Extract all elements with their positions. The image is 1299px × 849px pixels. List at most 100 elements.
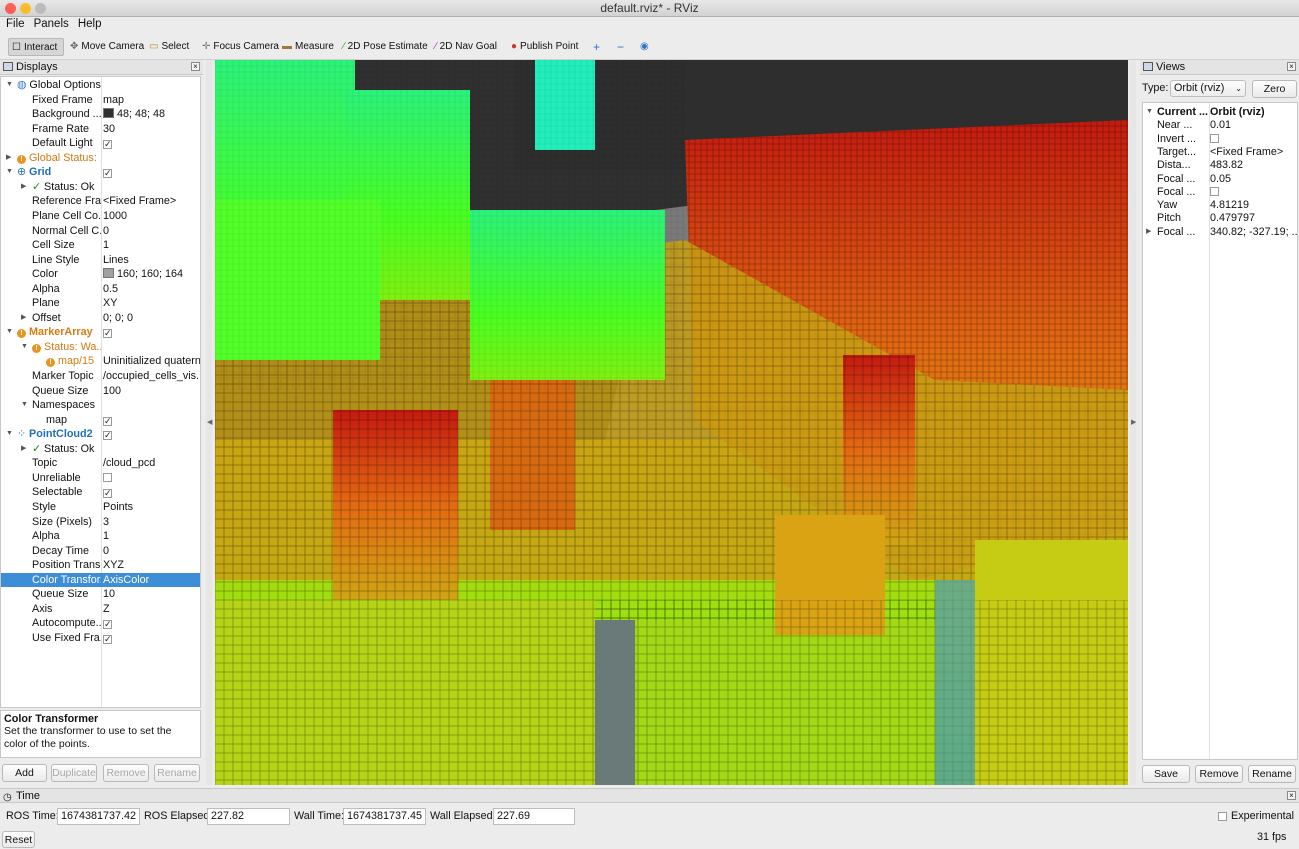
display-property-row[interactable]: Size (Pixels) 3 — [1, 515, 200, 530]
property-value[interactable]: ✓ — [103, 413, 200, 427]
nav-goal-tool-button[interactable]: ∕ 2D Nav Goal — [432, 38, 497, 56]
display-property-row[interactable]: Use Fixed Fra...✓ — [1, 631, 200, 646]
display-property-row[interactable]: map ✓ — [1, 413, 200, 428]
property-value[interactable]: 0.5 — [103, 282, 200, 296]
property-value[interactable]: Uninitialized quatern... — [103, 354, 200, 368]
display-property-row[interactable]: Cell Size 1 — [1, 238, 200, 253]
checkbox[interactable]: ✓ — [103, 169, 112, 179]
property-value[interactable]: map — [103, 93, 200, 107]
property-value[interactable]: 1000 — [103, 209, 200, 223]
property-value[interactable]: Points — [103, 500, 200, 514]
view-property-value[interactable] — [1210, 132, 1297, 146]
display-property-row[interactable]: ▼ ⊕ Grid ✓ — [1, 165, 200, 180]
view-property-value[interactable]: 0.01 — [1210, 118, 1297, 132]
view-type-select[interactable]: Orbit (rviz) ⌄ — [1170, 80, 1246, 97]
add-display-button[interactable]: Add — [2, 764, 47, 782]
property-value[interactable]: 160; 160; 164 — [103, 267, 200, 281]
display-property-row[interactable]: Alpha 1 — [1, 529, 200, 544]
color-swatch[interactable] — [103, 268, 114, 279]
display-property-row[interactable]: ▶ Offset 0; 0; 0 — [1, 311, 200, 326]
color-swatch[interactable] — [103, 108, 114, 119]
display-property-row[interactable]: Position Trans...XYZ — [1, 558, 200, 573]
collapse-arrow-icon[interactable]: ▶ — [6, 151, 11, 165]
property-value[interactable]: Z — [103, 602, 200, 616]
property-value[interactable] — [103, 471, 200, 485]
checkbox[interactable]: ✓ — [103, 329, 112, 339]
display-property-row[interactable]: Background ... 48; 48; 48 — [1, 107, 200, 122]
property-value[interactable]: ✓ — [103, 631, 200, 645]
property-value[interactable]: 1 — [103, 238, 200, 252]
property-value[interactable]: ✓ — [103, 616, 200, 630]
display-property-row[interactable]: Axis Z — [1, 602, 200, 617]
property-value[interactable]: AxisColor — [103, 573, 200, 587]
property-value[interactable]: Lines — [103, 253, 200, 267]
menu-panels[interactable]: Panels — [28, 17, 69, 30]
render-3d-view[interactable] — [215, 60, 1128, 785]
display-property-row[interactable]: ▼ ! MarkerArray ✓ — [1, 325, 200, 340]
property-value[interactable]: ✓ — [103, 136, 200, 150]
property-value[interactable]: 0 — [103, 224, 200, 238]
wall-time-field[interactable]: 1674381737.45 — [343, 808, 426, 825]
display-property-row[interactable]: Plane XY — [1, 296, 200, 311]
display-property-row[interactable]: ▶ ✓ Status: Ok — [1, 180, 200, 195]
view-property-row[interactable]: Dista... 483.82 — [1143, 158, 1297, 173]
display-property-row[interactable]: ▼ Namespaces — [1, 398, 200, 413]
duplicate-display-button[interactable]: Duplicate — [51, 764, 97, 782]
expand-arrow-icon[interactable]: ▼ — [21, 398, 28, 412]
view-property-value[interactable]: <Fixed Frame> — [1210, 145, 1297, 159]
display-property-row[interactable]: Topic/cloud_pcd — [1, 456, 200, 471]
display-property-row[interactable]: ▼ ! Status: Wa... — [1, 340, 200, 355]
display-property-row[interactable]: Selectable ✓ — [1, 485, 200, 500]
property-value[interactable]: 10 — [103, 587, 200, 601]
wall-elapsed-field[interactable]: 227.69 — [493, 808, 575, 825]
collapse-arrow-icon[interactable]: ▶ — [1146, 225, 1151, 239]
checkbox[interactable]: ✓ — [103, 431, 112, 441]
display-property-row[interactable]: Autocompute... ✓ — [1, 616, 200, 631]
tool-properties-icon[interactable]: ◉ — [637, 38, 655, 56]
menu-help[interactable]: Help — [72, 17, 102, 30]
close-icon[interactable]: × — [1287, 62, 1296, 71]
add-tool-icon[interactable]: + — [590, 38, 604, 56]
save-view-button[interactable]: Save — [1142, 765, 1190, 783]
checkbox[interactable] — [1210, 133, 1219, 143]
view-property-value[interactable]: 483.82 — [1210, 158, 1297, 172]
view-property-value[interactable]: 340.82; -327.19; ... — [1210, 225, 1297, 239]
rename-view-button[interactable]: Rename — [1248, 765, 1296, 783]
checkbox[interactable]: ✓ — [103, 620, 112, 630]
property-value[interactable]: XY — [103, 296, 200, 310]
menu-file[interactable]: File — [0, 17, 25, 30]
expand-arrow-icon[interactable]: ▼ — [6, 427, 13, 441]
property-value[interactable]: ✓ — [103, 485, 200, 499]
rename-display-button[interactable]: Rename — [154, 764, 200, 782]
ros-time-field[interactable]: 1674381737.42 — [57, 808, 140, 825]
publish-point-tool-button[interactable]: ● Publish Point — [508, 38, 578, 56]
display-property-row[interactable]: ▼ ◍ Global Options — [1, 78, 200, 93]
view-property-row[interactable]: ▶ Focal ... 340.82; -327.19; ... — [1143, 225, 1297, 240]
property-value[interactable]: ✓ — [103, 325, 200, 339]
checkbox[interactable]: ✓ — [103, 416, 112, 426]
checkbox[interactable]: ✓ — [103, 634, 112, 644]
property-value[interactable]: <Fixed Frame> — [103, 194, 200, 208]
remove-display-button[interactable]: Remove — [103, 764, 149, 782]
pose-estimate-tool-button[interactable]: ∕ 2D Pose Estimate — [340, 38, 428, 56]
expand-arrow-icon[interactable]: ▼ — [6, 78, 13, 92]
property-value[interactable]: XYZ — [103, 558, 200, 572]
view-property-value[interactable]: 0.05 — [1210, 172, 1297, 186]
display-property-row[interactable]: Color 160; 160; 164 — [1, 267, 200, 282]
display-property-row[interactable]: ▼ ⁘ PointCloud2 ✓ — [1, 427, 200, 442]
left-splitter-handle[interactable]: ◀ — [206, 60, 212, 785]
display-property-row[interactable]: Fixed Frame map — [1, 93, 200, 108]
collapse-arrow-icon[interactable]: ▶ — [21, 442, 26, 456]
display-property-row[interactable]: ▶ ✓ Status: Ok — [1, 442, 200, 457]
view-property-value[interactable]: 4.81219 — [1210, 198, 1297, 212]
display-property-row[interactable]: Queue Size 100 — [1, 384, 200, 399]
display-property-row[interactable]: Marker Topic/occupied_cells_vis... — [1, 369, 200, 384]
property-value[interactable]: 30 — [103, 122, 200, 136]
view-property-value[interactable] — [1210, 185, 1297, 199]
display-property-row[interactable]: Color Transfor...AxisColor — [1, 572, 200, 588]
display-property-row[interactable]: Decay Time 0 — [1, 544, 200, 559]
expand-arrow-icon[interactable]: ▼ — [21, 340, 28, 354]
minimize-window-icon[interactable] — [20, 3, 31, 14]
checkbox[interactable] — [1210, 186, 1219, 196]
display-property-row[interactable]: Reference Fra...<Fixed Frame> — [1, 194, 200, 209]
